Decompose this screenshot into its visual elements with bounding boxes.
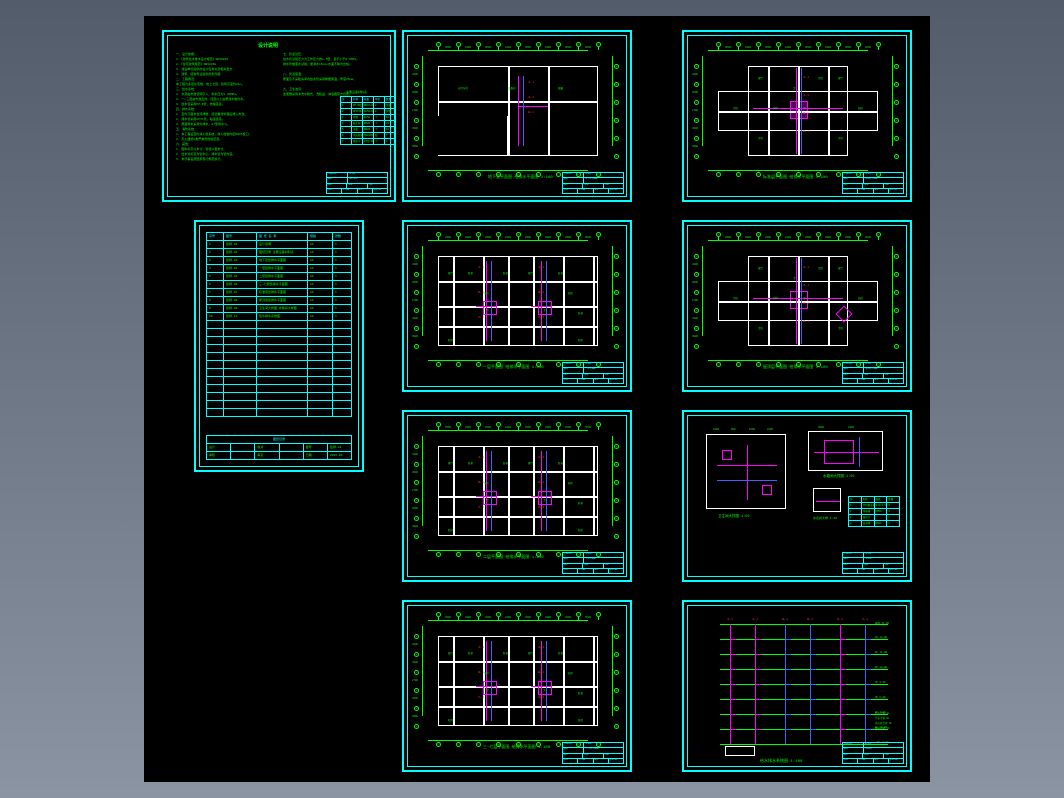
drawing-sheet-S06[interactable]: 1360023300336004240053600633007360083600… — [402, 600, 632, 772]
sheet-frame: 1360023300336004240053600633007360083600… — [407, 225, 627, 387]
floor-plan: 1360023300336004240053600633007360083600… — [428, 626, 618, 738]
title-block: 工程名称住宅楼图名一层平面图设计审核日期比例1:100图号给排-04 — [562, 362, 624, 384]
drawing-sheet-S03[interactable]: 1360023300336004240053600633007360083600… — [402, 30, 632, 202]
title-block: 工程名称住宅楼图名大样图设计审核日期比例1:100图号给排-09 — [842, 552, 904, 574]
design-notes: 一、设计依据： 1.《建筑给水排水设计规范》GB50015 2.《住宅建筑规范》… — [176, 52, 276, 162]
title-block: 工程名称住宅楼图名地下室平面图设计审核日期比例1:100图号给排-03 — [562, 172, 624, 194]
drawing-index-table: 序号图号图 纸 名 称规格张数1给排-01设计说明A212给排-02图纸目录 主… — [206, 232, 352, 417]
title-block: 工程名称住宅楼图名设计说明设计审核日期比例1:100图号给排-01 — [326, 172, 388, 194]
drawing-sheet-S07[interactable]: 1360023300336004240053600633007360083600… — [682, 30, 912, 202]
title-block: 工程名称住宅楼图名三~七层平面图设计审核日期比例1:100图号给排-06 — [562, 742, 624, 764]
sheet-frame: 1360023300336004240053600633007360083600… — [687, 35, 907, 197]
sheet-frame: 1360023300336004240053600633007360083600… — [687, 225, 907, 387]
title-block: 工程名称住宅楼图名二层平面图设计审核日期比例1:100图号给排-05 — [562, 552, 624, 574]
drawing-sheet-S02[interactable]: 序号图号图 纸 名 称规格张数1给排-01设计说明A212给排-02图纸目录 主… — [194, 220, 364, 472]
floor-plan: 1360023300336004240053600633007360083600… — [428, 56, 618, 168]
sheet-title: 设计说明 — [258, 42, 278, 49]
drawing-sheet-S10[interactable]: 屋面 21.007F 18.006F 15.005F 12.004F 9.003… — [682, 600, 912, 772]
material-table: 序名称规格单位数量1PP-R给水管DN15~DN50m详图2UPVC排水管De5… — [340, 96, 396, 145]
floor-plan: 1360023300336004240053600633007360083600… — [708, 56, 898, 168]
drawing-sheet-S09[interactable]: 180090015002100卫生间大样图 1:5030002400水箱间大样图… — [682, 410, 912, 582]
sheet-frame: 设计说明一、设计依据： 1.《建筑给水排水设计规范》GB50015 2.《住宅建… — [167, 35, 391, 197]
sheet-frame: 1360023300336004240053600633007360083600… — [407, 605, 627, 767]
floor-plan: 1360023300336004240053600633007360083600… — [428, 436, 618, 548]
riser-diagram: 屋面 21.007F 18.006F 15.005F 12.004F 9.003… — [700, 616, 898, 738]
drawing-sheet-S04[interactable]: 1360023300336004240053600633007360083600… — [402, 220, 632, 392]
sheet-frame: 1360023300336004240053600633007360083600… — [407, 35, 627, 197]
cad-model-space[interactable]: 设计说明一、设计依据： 1.《建筑给水排水设计规范》GB50015 2.《住宅建… — [144, 16, 930, 782]
floor-plan: 1360023300336004240053600633007360083600… — [428, 246, 618, 358]
sheet-frame: 180090015002100卫生间大样图 1:5030002400水箱间大样图… — [687, 415, 907, 577]
sheet-frame: 1360023300336004240053600633007360083600… — [407, 415, 627, 577]
title-block: 工程名称住宅楼图名屋顶层平面图设计审核日期比例1:100图号给排-08 — [842, 362, 904, 384]
title-block: 工程名称住宅楼图名系统图设计审核日期比例1:100图号给排-10 — [842, 742, 904, 764]
sheet-frame: 屋面 21.007F 18.006F 15.005F 12.004F 9.003… — [687, 605, 907, 767]
drawing-sheet-S08[interactable]: 1360023300336004240053600633007360083600… — [682, 220, 912, 392]
title-block: 工程名称住宅楼图名标准层平面图设计审核日期比例1:100图号给排-07 — [842, 172, 904, 194]
drawing-sheet-S01[interactable]: 设计说明一、设计依据： 1.《建筑给水排水设计规范》GB50015 2.《住宅建… — [162, 30, 396, 202]
sheet-frame: 序号图号图 纸 名 称规格张数1给排-01设计说明A212给排-02图纸目录 主… — [199, 225, 359, 467]
drawing-sheet-S05[interactable]: 1360023300336004240053600633007360083600… — [402, 410, 632, 582]
floor-plan: 1360023300336004240053600633007360083600… — [708, 246, 898, 358]
detail-drawings: 180090015002100卫生间大样图 1:5030002400水箱间大样图… — [698, 426, 898, 548]
